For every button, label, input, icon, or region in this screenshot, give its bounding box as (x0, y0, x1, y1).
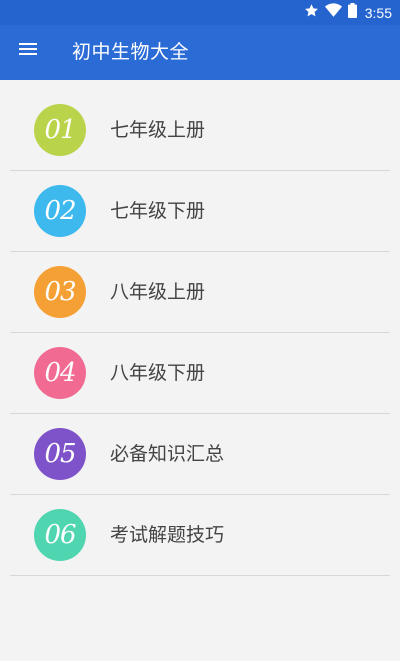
status-time: 3:55 (364, 4, 392, 21)
status-icons: 3:55 (304, 0, 392, 25)
wifi-icon (324, 3, 342, 22)
list-item-grade8-vol1[interactable]: 03 八年级上册 (10, 252, 390, 333)
status-bar: 3:55 (0, 0, 400, 25)
number-badge: 04 (34, 347, 86, 399)
list-item-grade8-vol2[interactable]: 04 八年级下册 (10, 333, 390, 414)
star-icon (304, 3, 319, 22)
list-item-essential-knowledge[interactable]: 05 必备知识汇总 (10, 414, 390, 495)
number-badge: 02 (34, 185, 86, 237)
list-item-grade7-vol1[interactable]: 01 七年级上册 (10, 90, 390, 171)
list-item-label: 八年级上册 (110, 281, 206, 303)
list-item-label: 七年级上册 (110, 119, 206, 141)
battery-icon (347, 3, 357, 22)
number-badge: 06 (34, 509, 86, 561)
menu-icon (18, 41, 38, 61)
app-title: 初中生物大全 (72, 41, 190, 63)
number-badge: 05 (34, 428, 86, 480)
list-item-exam-tips[interactable]: 06 考试解题技巧 (10, 495, 390, 576)
list-item-grade7-vol2[interactable]: 02 七年级下册 (10, 171, 390, 252)
list-item-label: 七年级下册 (110, 200, 206, 222)
list-item-label: 八年级下册 (110, 362, 206, 384)
chapter-list: 01 七年级上册 02 七年级下册 03 八年级上册 04 八年级下册 05 必… (10, 90, 390, 576)
number-badge: 01 (34, 104, 86, 156)
list-item-label: 必备知识汇总 (110, 443, 225, 465)
list-item-label: 考试解题技巧 (110, 524, 225, 546)
number-badge: 03 (34, 266, 86, 318)
menu-button[interactable] (8, 31, 48, 71)
app-bar: 初中生物大全 (0, 25, 400, 80)
